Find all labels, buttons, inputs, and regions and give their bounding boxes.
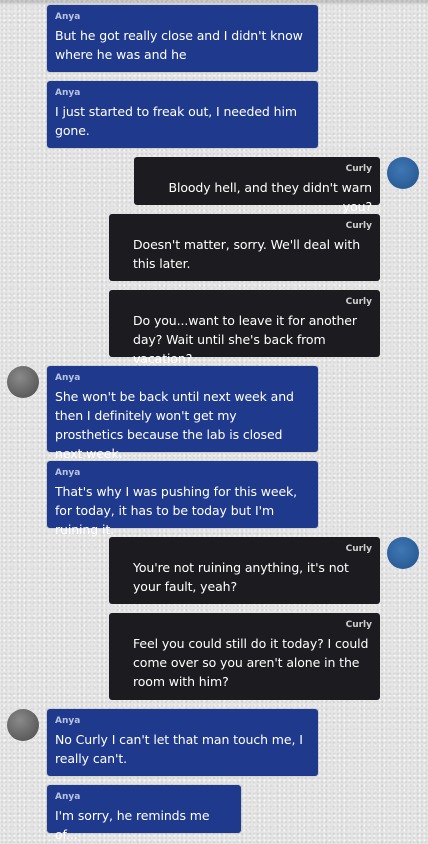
message-bubble-anya: Anya That's why I was pushing for this w… [47, 461, 318, 537]
message-bubble-anya: Anya I just started to freak out, I need… [47, 81, 318, 148]
message-sender: Anya [55, 468, 81, 478]
message-text: No Curly I can't let that man touch me, … [55, 732, 303, 766]
message-text: She won't be back until next week and th… [55, 389, 294, 461]
message-bubble-anya: Anya But he got really close and I didn'… [47, 5, 318, 72]
message-sender: Anya [55, 12, 81, 22]
message-text: But he got really close and I didn't kno… [55, 28, 303, 62]
message-sender: Curly [345, 164, 372, 174]
message-bubble-anya: Anya I'm sorry, he reminds me of... [47, 785, 241, 842]
message-sender: Anya [55, 716, 81, 726]
message-sender: Curly [345, 297, 372, 307]
message-sender: Curly [345, 620, 372, 630]
message-text: Feel you could still do it today? I coul… [133, 636, 369, 689]
message-bubble-curly: Curly Bloody hell, and they didn't warn … [134, 157, 380, 214]
message-bubble-curly: Curly Feel you could still do it today? … [109, 613, 380, 700]
message-bubble-curly: Curly You're not ruining anything, it's … [109, 537, 380, 604]
message-text: I just started to freak out, I needed hi… [55, 104, 297, 138]
message-text: Do you...want to leave it for another da… [133, 313, 357, 366]
anya-avatar[interactable] [7, 366, 39, 398]
message-text: Bloody hell, and they didn't warn you? [168, 180, 372, 214]
message-sender: Curly [345, 221, 372, 231]
anya-avatar[interactable] [7, 709, 39, 741]
message-text: That's why I was pushing for this week, … [55, 484, 298, 537]
message-bubble-anya: Anya She won't be back until next week a… [47, 366, 318, 461]
message-bubble-anya: Anya No Curly I can't let that man touch… [47, 709, 318, 776]
message-sender: Anya [55, 792, 81, 802]
curly-avatar[interactable] [387, 157, 419, 189]
message-bubble-curly: Curly Doesn't matter, sorry. We'll deal … [109, 214, 380, 281]
message-text: You're not ruining anything, it's not yo… [133, 560, 349, 594]
message-sender: Curly [345, 544, 372, 554]
message-text: I'm sorry, he reminds me of... [55, 808, 210, 842]
curly-avatar[interactable] [387, 537, 419, 569]
message-sender: Anya [55, 88, 81, 98]
message-bubble-curly: Curly Do you...want to leave it for anot… [109, 290, 380, 366]
message-text: Doesn't matter, sorry. We'll deal with t… [133, 237, 361, 271]
message-sender: Anya [55, 373, 81, 383]
